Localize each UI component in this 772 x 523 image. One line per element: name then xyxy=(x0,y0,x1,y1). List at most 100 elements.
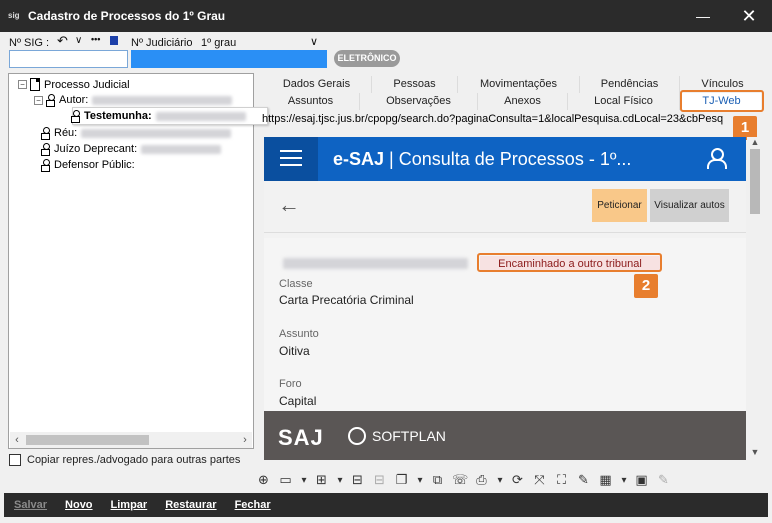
tab-movimentacoes[interactable]: Movimentações xyxy=(458,76,580,93)
back-icon[interactable]: ↶ xyxy=(57,33,68,49)
redacted-name xyxy=(92,95,233,105)
print-icon[interactable]: ⎙ xyxy=(474,472,489,488)
square-icon xyxy=(110,36,118,45)
redacted-name xyxy=(81,128,232,138)
limpar-button[interactable]: Limpar xyxy=(111,499,148,511)
dropdown-icon[interactable]: ▾ xyxy=(496,475,504,486)
calendar-icon[interactable]: ▦ xyxy=(598,472,613,488)
esaj-header: e-SAJ | Consulta de Processos - 1º... xyxy=(264,137,746,181)
phone-icon[interactable]: ☏ xyxy=(452,472,468,488)
restaurar-button[interactable]: Restaurar xyxy=(165,499,216,511)
copy-representative-checkbox[interactable]: Copiar repres./advogado para outras part… xyxy=(9,454,240,466)
checkbox-box[interactable] xyxy=(9,454,21,466)
tree-item-reu[interactable]: Réu: xyxy=(41,127,232,140)
chevron-down-icon[interactable]: ∨ xyxy=(75,35,82,46)
dropdown-icon[interactable]: ▾ xyxy=(300,475,308,486)
add-party-icon[interactable]: ⊕ xyxy=(256,472,271,488)
person-icon xyxy=(41,143,50,156)
status-highlight xyxy=(477,253,662,272)
peticionar-button[interactable]: Peticionar xyxy=(592,189,647,222)
window-title: Cadastro de Processos do 1º Grau xyxy=(28,9,226,23)
bottom-toolbar: ⊕ ▭ ▾ ⊞ ▾ ⊟ ⊟ ❐ ▾ ⧉ ☏ ⎙ ▾ ⟳ ⤧ ⛶ ✎ ▦ ▾ ▣ ✎ xyxy=(256,470,678,490)
person-icon xyxy=(46,94,55,107)
hamburger-icon[interactable] xyxy=(280,150,302,168)
visualizar-autos-button[interactable]: Visualizar autos xyxy=(650,189,729,222)
tree-item-juizo[interactable]: Juízo Deprecant: xyxy=(41,143,222,156)
dropdown-icon[interactable]: ▾ xyxy=(620,475,628,486)
person-icon xyxy=(41,159,50,172)
document-icon xyxy=(30,78,40,91)
softplan-label: SOFTPLAN xyxy=(372,428,446,444)
judiciario-input[interactable] xyxy=(131,50,327,68)
novo-button[interactable]: Novo xyxy=(65,499,93,511)
salvar-button[interactable]: Salvar xyxy=(14,499,47,511)
action-bar: Salvar Novo Limpar Restaurar Fechar xyxy=(4,493,768,517)
edit-disabled-icon[interactable]: ✎ xyxy=(656,472,671,488)
tab-dados-gerais[interactable]: Dados Gerais xyxy=(262,76,372,93)
scroll-thumb[interactable] xyxy=(750,149,760,214)
fechar-button[interactable]: Fechar xyxy=(235,499,271,511)
tree-item-label: Autor: xyxy=(59,94,89,106)
tree-item-testemunha[interactable]: Testemunha: xyxy=(71,110,246,123)
tab-observacoes[interactable]: Observações xyxy=(360,93,478,110)
scroll-thumb[interactable] xyxy=(26,435,149,445)
close-button[interactable]: ✕ xyxy=(726,0,772,32)
softplan-logo: SOFTPLAN xyxy=(348,427,446,445)
tree-item-autor[interactable]: − Autor: xyxy=(34,94,233,107)
refresh-icon[interactable]: ⟳ xyxy=(510,472,525,488)
grau-chevron-icon[interactable]: ∨ xyxy=(310,35,318,48)
tab-anexos[interactable]: Anexos xyxy=(478,93,568,110)
checkbox-label: Copiar repres./advogado para outras part… xyxy=(27,454,241,466)
field-label-classe: Classe xyxy=(279,278,313,290)
person-icon xyxy=(71,110,80,123)
esaj-brand: e-SAJ xyxy=(333,149,385,169)
field-value-assunto: Oitiva xyxy=(279,344,310,358)
tab-assuntos[interactable]: Assuntos xyxy=(262,93,360,110)
menu-button[interactable] xyxy=(264,137,318,181)
browser-url[interactable]: https://esaj.tjsc.jus.br/cpopg/search.do… xyxy=(262,113,740,125)
folder-icon[interactable]: ▭ xyxy=(278,472,293,488)
tree-horizontal-scrollbar[interactable]: ‹ › xyxy=(10,432,252,448)
tab-pendencias[interactable]: Pendências xyxy=(580,76,680,93)
scroll-left-icon[interactable]: ‹ xyxy=(10,432,24,448)
tree-root-label: Processo Judicial xyxy=(44,78,130,91)
field-value-classe: Carta Precatória Criminal xyxy=(279,293,414,307)
saj-logo: SAJ xyxy=(278,425,324,450)
web-vertical-scrollbar[interactable]: ▲ ▼ xyxy=(747,137,763,460)
tab-local-fisico[interactable]: Local Físico xyxy=(568,93,680,110)
user-icon[interactable] xyxy=(707,148,727,169)
field-label-assunto: Assunto xyxy=(279,328,319,340)
redacted-name xyxy=(155,111,246,121)
scroll-up-icon[interactable]: ▲ xyxy=(747,137,763,149)
network-disabled-icon[interactable]: ⊟ xyxy=(372,472,387,488)
eletronico-badge: ELETRÔNICO xyxy=(334,50,400,67)
scroll-right-icon[interactable]: › xyxy=(238,432,252,448)
esaj-title: e-SAJ | Consulta de Processos - 1º... xyxy=(333,149,631,170)
dropdown-icon[interactable]: ▾ xyxy=(416,475,424,486)
network-icon[interactable]: ⊟ xyxy=(350,472,365,488)
back-arrow-icon[interactable]: ← xyxy=(278,192,300,218)
copy-icon[interactable]: ⧉ xyxy=(430,472,445,488)
expand-icon[interactable]: − xyxy=(18,80,27,89)
sig-label: Nº SIG : xyxy=(9,37,50,49)
edit-doc-icon[interactable]: ✎ xyxy=(576,472,591,488)
hierarchy-icon[interactable]: ⊞ xyxy=(314,472,329,488)
photo-icon[interactable]: ▣ xyxy=(634,472,649,488)
tree-item-label: Defensor Públic: xyxy=(54,159,135,171)
title-bar: sig Cadastro de Processos do 1º Grau — ✕ xyxy=(0,0,772,32)
more-icon[interactable]: ••• xyxy=(91,34,100,44)
esaj-footer: SAJ SOFTPLAN xyxy=(264,411,746,460)
documents-icon[interactable]: ❐ xyxy=(394,472,409,488)
sig-input[interactable] xyxy=(9,50,128,68)
tree-root[interactable]: − Processo Judicial xyxy=(18,78,130,91)
expand-icon[interactable]: ⤧ xyxy=(532,472,547,488)
scroll-down-icon[interactable]: ▼ xyxy=(747,447,763,459)
minimize-button[interactable]: — xyxy=(680,0,726,32)
tree-item-label: Réu: xyxy=(54,127,78,139)
dropdown-icon[interactable]: ▾ xyxy=(336,475,344,486)
tab-pessoas[interactable]: Pessoas xyxy=(372,76,458,93)
expand-icon[interactable]: − xyxy=(34,95,43,105)
fullscreen-icon[interactable]: ⛶ xyxy=(554,472,569,488)
tree-item-defensor[interactable]: Defensor Públic: xyxy=(41,159,135,172)
softplan-icon xyxy=(348,427,366,445)
